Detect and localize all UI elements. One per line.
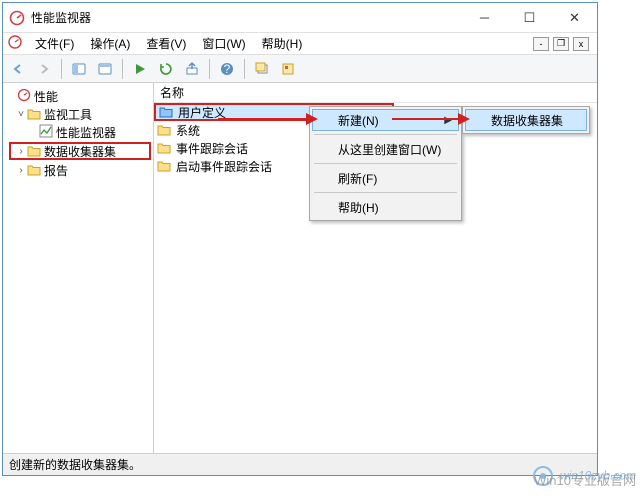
- col-name: 名称: [160, 84, 184, 101]
- column-header[interactable]: 名称: [154, 83, 597, 103]
- ctx-label: 数据收集器集: [491, 112, 563, 129]
- separator: [209, 59, 210, 79]
- mdi-buttons: - ❐ x: [533, 37, 593, 51]
- app-icon: [9, 10, 25, 26]
- menubar: 文件(F) 操作(A) 查看(V) 窗口(W) 帮助(H) - ❐ x: [3, 33, 597, 55]
- tree-perf-monitor[interactable]: 性能监视器: [3, 123, 153, 141]
- export-button[interactable]: [181, 58, 203, 80]
- app-window: 性能监视器 ─ ☐ ✕ 文件(F) 操作(A) 查看(V) 窗口(W) 帮助(H…: [2, 2, 598, 476]
- highlight-collector-sets: › 数据收集器集: [9, 142, 151, 160]
- folder-icon: [156, 158, 172, 174]
- folder-blue-icon: [158, 104, 174, 120]
- ctx-label: 刷新(F): [338, 170, 377, 187]
- separator: [122, 59, 123, 79]
- scope-button[interactable]: [68, 58, 90, 80]
- tree-label: 性能: [34, 88, 58, 105]
- submenu: 数据收集器集: [462, 106, 590, 134]
- ctx-label: 新建(N): [338, 112, 379, 129]
- body-pane: 性能 ˅ 监视工具 性能监视器 › 数据收集器集 › 报: [3, 83, 597, 453]
- separator: [244, 59, 245, 79]
- new-window-button[interactable]: [251, 58, 273, 80]
- maximize-button[interactable]: ☐: [507, 3, 552, 33]
- console-button[interactable]: [94, 58, 116, 80]
- svg-text:?: ?: [224, 62, 231, 76]
- folder-icon: [27, 164, 41, 176]
- titlebar: 性能监视器 ─ ☐ ✕: [3, 3, 597, 33]
- context-menu: 新建(N) ▶ 从这里创建窗口(W) 刷新(F) 帮助(H): [309, 106, 462, 221]
- refresh-button[interactable]: [155, 58, 177, 80]
- menu-view[interactable]: 查看(V): [142, 33, 190, 54]
- highlight-collector-sub: 数据收集器集: [465, 109, 587, 131]
- tree-label: 报告: [44, 162, 68, 179]
- menu-help[interactable]: 帮助(H): [258, 33, 307, 54]
- ctx-help[interactable]: 帮助(H): [312, 196, 459, 218]
- props-button[interactable]: [277, 58, 299, 80]
- ctx-new-window[interactable]: 从这里创建窗口(W): [312, 138, 459, 160]
- minimize-button[interactable]: ─: [462, 3, 507, 33]
- tree-root[interactable]: 性能: [3, 87, 153, 105]
- toolbar: ?: [3, 55, 597, 83]
- menu-file[interactable]: 文件(F): [31, 33, 78, 54]
- menu-separator: [314, 134, 457, 135]
- tree-reports[interactable]: › 报告: [3, 161, 153, 179]
- ctx-new[interactable]: 新建(N) ▶: [312, 109, 459, 131]
- back-button[interactable]: [7, 58, 29, 80]
- row-label: 用户定义: [178, 104, 226, 121]
- close-button[interactable]: ✕: [552, 3, 597, 33]
- folder-icon: [27, 145, 41, 157]
- tree-label: 监视工具: [44, 106, 92, 123]
- expander-icon[interactable]: ›: [15, 146, 27, 157]
- separator: [61, 59, 62, 79]
- expander-icon[interactable]: ˅: [15, 109, 27, 120]
- row-label: 事件跟踪会话: [176, 140, 248, 157]
- tree-monitor-tools[interactable]: ˅ 监视工具: [3, 105, 153, 123]
- row-label: 启动事件跟踪会话: [176, 158, 272, 175]
- mdi-restore-button[interactable]: ❐: [553, 37, 569, 51]
- ctx-refresh[interactable]: 刷新(F): [312, 167, 459, 189]
- content-pane: 名称 用户定义 系统 事件跟踪会话 启: [154, 83, 597, 453]
- tree-label: 性能监视器: [56, 124, 116, 141]
- window-buttons: ─ ☐ ✕: [462, 3, 597, 33]
- folder-icon: [27, 108, 41, 120]
- run-button[interactable]: [129, 58, 151, 80]
- chart-icon: [39, 124, 53, 141]
- submenu-collector-set[interactable]: 数据收集器集: [465, 109, 587, 131]
- help-button[interactable]: ?: [216, 58, 238, 80]
- menu-separator: [314, 163, 457, 164]
- tree-label: 数据收集器集: [44, 143, 116, 160]
- expander-icon[interactable]: ›: [15, 165, 27, 176]
- status-text: 创建新的数据收集器集。: [9, 456, 141, 473]
- row-label: 系统: [176, 122, 200, 139]
- tree-collector-sets[interactable]: › 数据收集器集: [9, 142, 151, 160]
- statusbar: 创建新的数据收集器集。: [3, 453, 597, 475]
- ctx-label: 帮助(H): [338, 199, 379, 216]
- window-title: 性能监视器: [31, 9, 462, 26]
- ctx-label: 从这里创建窗口(W): [338, 141, 441, 158]
- highlight-new: 新建(N) ▶: [312, 109, 459, 131]
- submenu-indicator-icon: ▶: [444, 115, 452, 126]
- menu-window[interactable]: 窗口(W): [198, 33, 249, 54]
- mdi-minimize-button[interactable]: -: [533, 37, 549, 51]
- tree-pane: 性能 ˅ 监视工具 性能监视器 › 数据收集器集 › 报: [3, 83, 154, 453]
- folder-icon: [156, 122, 172, 138]
- mdi-close-button[interactable]: x: [573, 37, 589, 51]
- folder-icon: [156, 140, 172, 156]
- watermark-sub: Win10专业版官网: [534, 470, 636, 489]
- perf-icon: [17, 88, 31, 105]
- app-small-icon: [7, 34, 23, 53]
- menu-action[interactable]: 操作(A): [86, 33, 134, 54]
- menu-separator: [314, 192, 457, 193]
- forward-button[interactable]: [33, 58, 55, 80]
